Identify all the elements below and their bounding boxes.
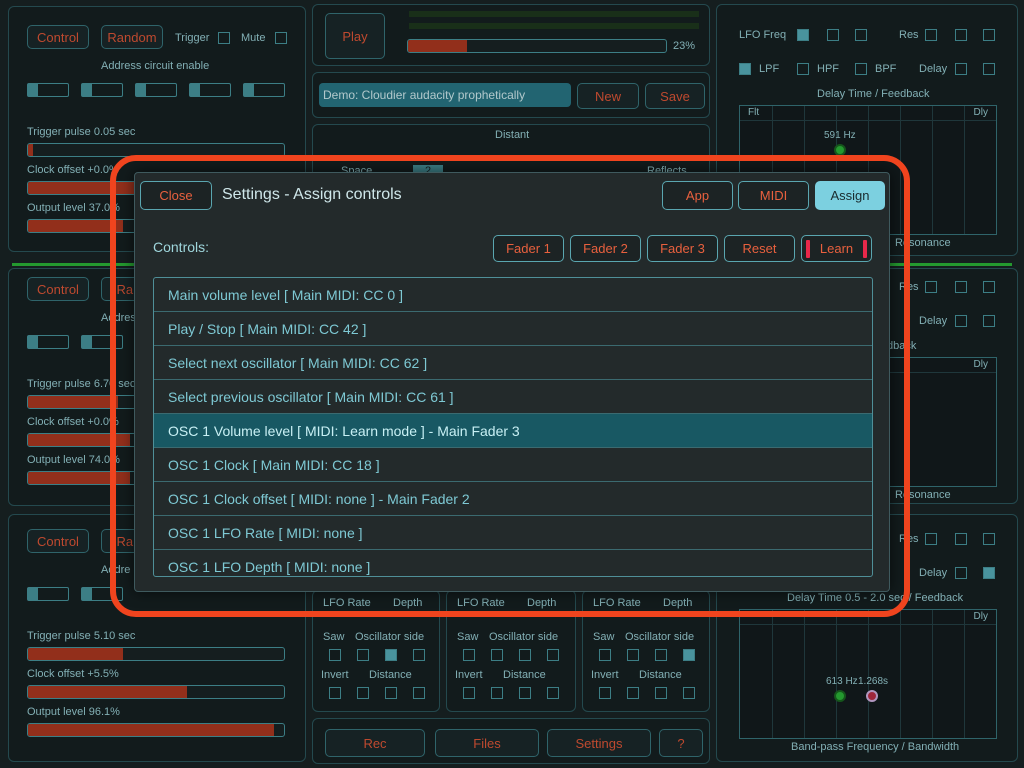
highlight-ring bbox=[110, 155, 910, 617]
